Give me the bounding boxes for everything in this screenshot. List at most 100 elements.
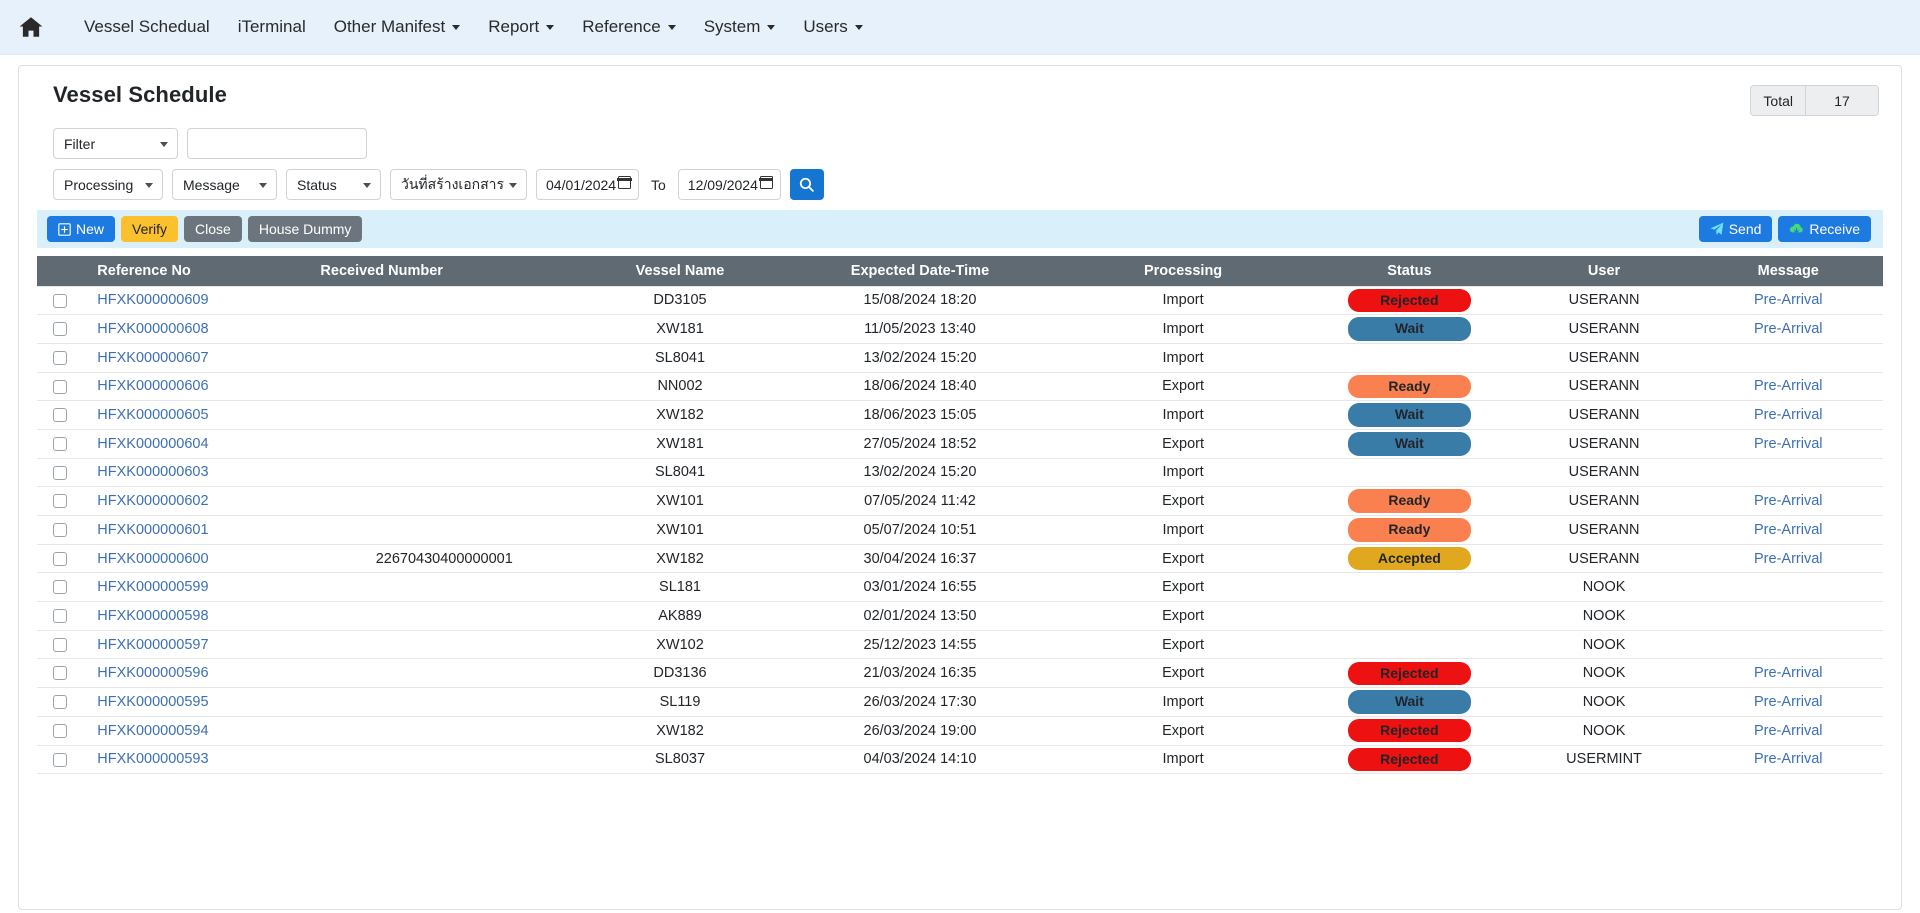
row-checkbox[interactable] [53,465,68,480]
house-dummy-button[interactable]: House Dummy [247,216,363,242]
message-link[interactable]: Pre-Arrival [1754,551,1822,567]
row-checkbox[interactable] [53,350,68,365]
table-row[interactable]: HFXK000000605 XW182 18/06/2023 15:05 Import… [37,400,1883,430]
received-number-cell [306,687,583,717]
row-checkbox[interactable] [53,666,68,681]
table-row[interactable]: HFXK000000598 AK889 02/01/2024 13:50 Export… [37,601,1883,631]
reference-no-link[interactable]: HFXK000000597 [97,637,208,653]
nav-item-vessel-schedual[interactable]: Vessel Schedual [70,11,224,43]
vessel-name-cell-value: XW181 [656,321,704,338]
table-row[interactable]: HFXK000000608 XW181 11/05/2023 13:40 Import… [37,314,1883,344]
message-link[interactable]: Pre-Arrival [1754,493,1822,509]
table-row[interactable]: HFXK000000600 22670430400000001 XW182 30/04… [37,544,1883,574]
filter-keyword-input[interactable] [187,128,367,159]
vessel-name-cell-value: XW101 [656,521,704,538]
table-row[interactable]: HFXK000000602 XW101 07/05/2024 11:42 Export… [37,486,1883,516]
nav-item-system[interactable]: System [690,11,790,43]
nav-item-other-manifest[interactable]: Other Manifest [320,11,475,43]
reference-no-link[interactable]: HFXK000000608 [97,321,208,337]
calendar-icon[interactable] [617,176,632,189]
table-row[interactable]: HFXK000000607 SL8041 13/02/2024 15:20 Impor… [37,343,1883,373]
reference-no-link[interactable]: HFXK000000593 [97,751,208,767]
status-cell: Ready [1304,515,1515,545]
table-row[interactable]: HFXK000000601 XW101 05/07/2024 10:51 Import… [37,515,1883,545]
reference-no-link[interactable]: HFXK000000601 [97,522,208,538]
table-row[interactable]: HFXK000000604 XW181 27/05/2024 18:52 Export… [37,429,1883,459]
row-checkbox[interactable] [53,436,68,451]
vessel-name-cell: XW182 [582,544,778,574]
date-from-input[interactable]: 04/01/2024 [536,169,639,200]
new-button[interactable]: New [47,216,116,242]
message-select[interactable]: Message [172,169,277,200]
filter-type-select[interactable]: Filter [53,128,178,159]
row-checkbox[interactable] [53,695,68,710]
table-row[interactable]: HFXK000000597 XW102 25/12/2023 14:55 Export… [37,630,1883,660]
receive-button[interactable]: Receive [1778,216,1871,242]
row-checkbox[interactable] [53,580,68,595]
table-row[interactable]: HFXK000000599 SL181 03/01/2024 16:55 Export… [37,572,1883,603]
row-checkbox[interactable] [53,322,68,337]
reference-no-link[interactable]: HFXK000000595 [97,694,208,710]
reference-no-link[interactable]: HFXK000000603 [97,464,208,480]
row-checkbox[interactable] [53,523,68,538]
row-checkbox[interactable] [53,723,68,738]
message-link[interactable]: Pre-Arrival [1754,378,1822,394]
table-row[interactable]: HFXK000000596 DD3136 21/03/2024 16:35 Expor… [37,658,1883,689]
reference-no-link[interactable]: HFXK000000607 [97,350,208,366]
message-link[interactable]: Pre-Arrival [1754,292,1822,308]
reference-no-link[interactable]: HFXK000000599 [97,579,208,595]
date-to-input[interactable]: 12/09/2024 [677,169,781,200]
table-row[interactable]: HFXK000000594 XW182 26/03/2024 19:00 Export… [37,716,1883,746]
message-link[interactable]: Pre-Arrival [1754,694,1822,710]
table-row[interactable]: HFXK000000609 DD3105 15/08/2024 18:20 Impor… [37,285,1883,316]
message-link[interactable]: Pre-Arrival [1754,522,1822,538]
reference-no-link[interactable]: HFXK000000606 [97,378,208,394]
status-select[interactable]: Status [286,169,381,200]
search-button[interactable] [789,169,824,200]
calendar-icon[interactable] [759,176,774,189]
row-checkbox[interactable] [53,379,68,394]
reference-no-link[interactable]: HFXK000000600 [97,551,208,567]
filter-panel: Filter Processing Message Status วันที่ส… [19,116,1901,200]
nav-item-iterminal[interactable]: iTerminal [224,11,320,43]
nav-item-report[interactable]: Report [474,11,568,43]
row-checkbox[interactable] [53,752,68,767]
row-checkbox[interactable] [53,637,68,652]
message-link[interactable]: Pre-Arrival [1754,407,1822,423]
processing-select[interactable]: Processing [53,169,163,200]
reference-no-link[interactable]: HFXK000000604 [97,436,208,452]
table-row[interactable]: HFXK000000593 SL8037 04/03/2024 14:10 Impor… [37,745,1883,775]
row-checkbox[interactable] [53,494,68,509]
reference-no-link[interactable]: HFXK000000594 [97,723,208,739]
table-row[interactable]: HFXK000000595 SL119 26/03/2024 17:30 Import… [37,687,1883,717]
processing-cell: Import [1062,343,1305,373]
message-link[interactable]: Pre-Arrival [1754,665,1822,681]
row-checkbox[interactable] [53,293,68,308]
table-row[interactable]: HFXK000000603 SL8041 13/02/2024 15:20 Impor… [37,458,1883,488]
row-checkbox[interactable] [53,408,68,423]
close-button[interactable]: Close [184,216,242,242]
nav-item-reference[interactable]: Reference [568,11,689,43]
reference-no-link[interactable]: HFXK000000596 [97,665,208,681]
expected-date-time-cell-value: 30/04/2024 16:37 [863,550,977,567]
send-button[interactable]: Send [1698,216,1773,242]
status-badge: Ready [1347,374,1471,399]
message-link[interactable]: Pre-Arrival [1754,321,1822,337]
vessel-name-cell-value: SL8041 [655,349,706,366]
reference-no-link[interactable]: HFXK000000609 [97,292,208,308]
message-link[interactable]: Pre-Arrival [1754,751,1822,767]
table-row[interactable]: HFXK000000606 NN002 18/06/2024 18:40 Export… [37,372,1883,402]
reference-no-link[interactable]: HFXK000000598 [97,608,208,624]
user-value: NOOK [1582,607,1626,624]
date-type-select[interactable]: วันที่สร้างเอกสาร [390,169,527,200]
home-icon[interactable] [14,10,48,44]
message-link[interactable]: Pre-Arrival [1754,723,1822,739]
reference-no-link[interactable]: HFXK000000605 [97,407,208,423]
status-badge: Ready [1347,518,1471,542]
row-checkbox[interactable] [53,609,68,624]
message-link[interactable]: Pre-Arrival [1754,436,1822,452]
nav-item-users[interactable]: Users [789,11,876,43]
reference-no-link[interactable]: HFXK000000602 [97,493,208,509]
row-checkbox[interactable] [53,551,68,566]
verify-button[interactable]: Verify [121,216,179,242]
